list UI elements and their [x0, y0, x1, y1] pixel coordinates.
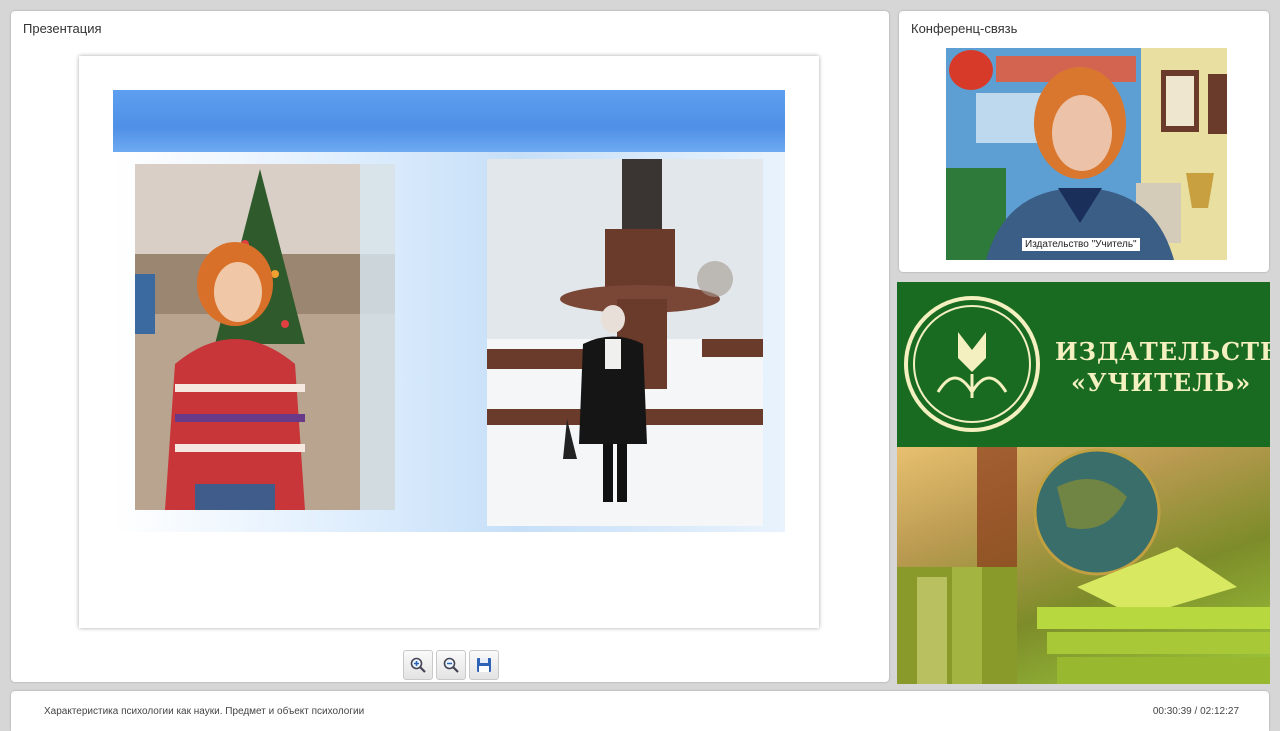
photo-woman-christmas-tree — [135, 164, 395, 510]
save-button[interactable] — [469, 650, 499, 680]
presentation-panel: Презентация — [11, 11, 889, 682]
zoom-out-button[interactable] — [436, 650, 466, 680]
zoom-out-icon — [443, 657, 459, 673]
video-feed: Издательство "Учитель" — [946, 48, 1227, 260]
publisher-logo-icon — [904, 296, 1040, 432]
bottom-bar: Характеристика психологии как науки. Пре… — [11, 691, 1269, 731]
photo-woman-winter-monument — [487, 159, 763, 526]
slide — [79, 56, 819, 628]
publisher-banner: ИЗДАТЕЛЬСТВО «УЧИТЕЛЬ» — [897, 282, 1270, 684]
publisher-banner-top: ИЗДАТЕЛЬСТВО «УЧИТЕЛЬ» — [897, 282, 1270, 447]
zoom-in-icon — [410, 657, 426, 673]
slide-header-bar — [113, 90, 785, 152]
conference-title: Конференц-связь — [911, 21, 1018, 36]
save-icon — [477, 658, 491, 672]
video-caption: Издательство "Учитель" — [1022, 238, 1140, 251]
publisher-name-line2: «УЧИТЕЛЬ» — [1071, 368, 1252, 397]
presentation-title: Презентация — [23, 21, 102, 36]
zoom-in-button[interactable] — [403, 650, 433, 680]
books-globe-image — [897, 447, 1270, 684]
lecture-title: Характеристика психологии как науки. Пре… — [44, 706, 365, 717]
conference-panel: Конференц-связь Издательство "Учитель" — [899, 11, 1269, 272]
publisher-name-line1: ИЗДАТЕЛЬСТВО — [1055, 337, 1270, 366]
playback-time: 00:30:39 / 02:12:27 — [1152, 706, 1239, 717]
